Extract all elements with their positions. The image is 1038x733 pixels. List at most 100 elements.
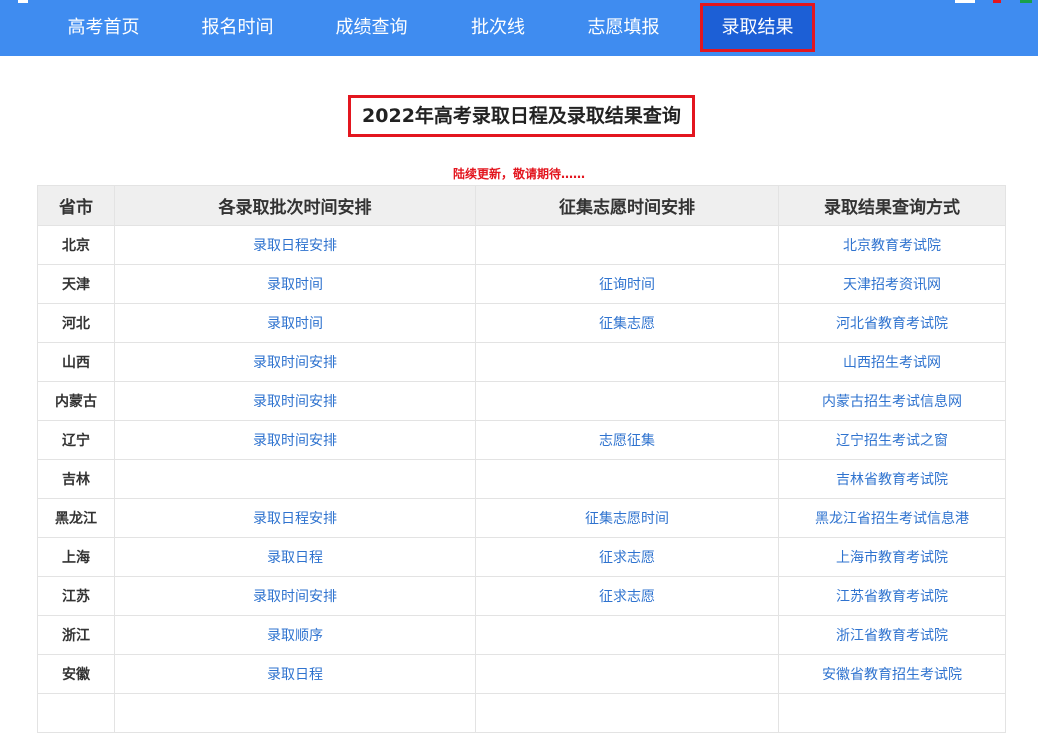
corner-mark-left — [18, 0, 28, 3]
table-cell — [475, 342, 779, 382]
table-cell: 录取时间安排 — [114, 576, 476, 616]
table-cell: 辽宁招生考试之窗 — [778, 420, 1006, 460]
table-body: 北京 录取日程安排 北京教育考试院 天津 录取时间 征询时间 天津招考资讯网 河北 录取时间 征集… — [37, 225, 1006, 733]
table-row: 黑龙江 录取日程安排 征集志愿时间 黑龙江省招生考试信息港 — [37, 498, 1006, 538]
province-cell: 黑龙江 — [37, 498, 115, 538]
result-query-link[interactable]: 安徽省教育招生考试院 — [822, 667, 962, 683]
table-cell: 征询时间 — [475, 264, 779, 304]
nav-item-home[interactable]: 高考首页 — [50, 3, 157, 52]
result-query-link[interactable]: 江苏省教育考试院 — [836, 589, 948, 605]
table-row: 上海 录取日程 征求志愿 上海市教育考试院 — [37, 537, 1006, 577]
table-cell — [475, 615, 779, 655]
supplementary-link[interactable]: 征求志愿 — [599, 589, 655, 605]
table-row: 内蒙古 录取时间安排 内蒙古招生考试信息网 — [37, 381, 1006, 421]
result-query-link[interactable]: 辽宁招生考试之窗 — [836, 433, 948, 449]
table-cell — [475, 381, 779, 421]
table-cell: 征求志愿 — [475, 576, 779, 616]
result-query-link[interactable]: 北京教育考试院 — [843, 238, 941, 254]
table-cell — [475, 693, 779, 733]
table-cell — [475, 654, 779, 694]
batch-schedule-link[interactable]: 录取时间 — [267, 316, 323, 332]
nav-item-registration-time[interactable]: 报名时间 — [184, 3, 291, 52]
nav-item-admission-results[interactable]: 录取结果 — [700, 3, 815, 52]
table-cell: 征集志愿时间 — [475, 498, 779, 538]
nav-item-score-query[interactable]: 成绩查询 — [318, 3, 425, 52]
result-query-link[interactable]: 浙江省教育考试院 — [836, 628, 948, 644]
table-row: 辽宁 录取时间安排 志愿征集 辽宁招生考试之窗 — [37, 420, 1006, 460]
result-query-link[interactable]: 内蒙古招生考试信息网 — [822, 394, 962, 410]
supplementary-link[interactable]: 征求志愿 — [599, 550, 655, 566]
result-query-link[interactable]: 河北省教育考试院 — [836, 316, 948, 332]
batch-schedule-link[interactable]: 录取时间安排 — [253, 355, 337, 371]
supplementary-link[interactable]: 志愿征集 — [599, 433, 655, 449]
province-cell: 天津 — [37, 264, 115, 304]
table-row: 江苏 录取时间安排 征求志愿 江苏省教育考试院 — [37, 576, 1006, 616]
table-cell: 录取时间安排 — [114, 381, 476, 421]
table-row: 吉林 吉林省教育考试院 — [37, 459, 1006, 499]
result-query-link[interactable]: 天津招考资讯网 — [843, 277, 941, 293]
province-cell: 吉林 — [37, 459, 115, 499]
top-nav-bar: 高考首页 报名时间 成绩查询 批次线 志愿填报 录取结果 — [0, 0, 1038, 56]
table-cell: 山西招生考试网 — [778, 342, 1006, 382]
table-cell: 吉林省教育考试院 — [778, 459, 1006, 499]
table-cell: 征集志愿 — [475, 303, 779, 343]
result-query-link[interactable]: 山西招生考试网 — [843, 355, 941, 371]
admission-table: 省市 各录取批次时间安排 征集志愿时间安排 录取结果查询方式 北京 录取日程安排北… — [37, 185, 1006, 733]
table-cell — [475, 459, 779, 499]
table-cell — [114, 693, 476, 733]
province-cell: 江苏 — [37, 576, 115, 616]
supplementary-link[interactable]: 征集志愿时间 — [585, 511, 669, 527]
table-row: 安徽 录取日程 安徽省教育招生考试院 — [37, 654, 1006, 694]
result-query-link[interactable]: 吉林省教育考试院 — [836, 472, 948, 488]
table-row: 北京 录取日程安排 北京教育考试院 — [37, 225, 1006, 265]
table-cell — [475, 225, 779, 265]
batch-schedule-link[interactable]: 录取日程安排 — [253, 238, 337, 254]
supplementary-link[interactable]: 征询时间 — [599, 277, 655, 293]
supplementary-link[interactable]: 征集志愿 — [599, 316, 655, 332]
table-row: 天津 录取时间 征询时间 天津招考资讯网 — [37, 264, 1006, 304]
nav-item-application[interactable]: 志愿填报 — [570, 3, 677, 52]
batch-schedule-link[interactable]: 录取时间 — [267, 277, 323, 293]
corner-mark-right — [955, 0, 975, 3]
table-cell: 河北省教育考试院 — [778, 303, 1006, 343]
batch-schedule-link[interactable]: 录取日程 — [267, 667, 323, 683]
table-cell — [778, 693, 1006, 733]
page-title: 2022年高考录取日程及录取结果查询 — [348, 95, 695, 137]
header-province: 省市 — [37, 185, 115, 226]
table-cell: 录取顺序 — [114, 615, 476, 655]
province-cell: 北京 — [37, 225, 115, 265]
batch-schedule-link[interactable]: 录取日程安排 — [253, 511, 337, 527]
table-cell: 黑龙江省招生考试信息港 — [778, 498, 1006, 538]
table-header-row: 省市 各录取批次时间安排 征集志愿时间安排 录取结果查询方式 — [37, 185, 1006, 226]
province-cell: 河北 — [37, 303, 115, 343]
table-row: 山西 录取时间安排 山西招生考试网 — [37, 342, 1006, 382]
update-notice: 陆续更新，敬请期待…… — [452, 167, 585, 181]
table-cell: 录取日程 — [114, 537, 476, 577]
header-batch-schedule: 各录取批次时间安排 — [114, 185, 476, 226]
table-cell: 江苏省教育考试院 — [778, 576, 1006, 616]
batch-schedule-link[interactable]: 录取顺序 — [267, 628, 323, 644]
table-cell: 北京教育考试院 — [778, 225, 1006, 265]
table-row: 河北 录取时间 征集志愿 河北省教育考试院 — [37, 303, 1006, 343]
corner-mark-red — [993, 0, 1001, 3]
province-cell: 辽宁 — [37, 420, 115, 460]
nav-item-batch-line[interactable]: 批次线 — [452, 3, 544, 52]
header-supplementary-schedule: 征集志愿时间安排 — [475, 185, 779, 226]
batch-schedule-link[interactable]: 录取日程 — [267, 550, 323, 566]
batch-schedule-link[interactable]: 录取时间安排 — [253, 589, 337, 605]
table-cell: 安徽省教育招生考试院 — [778, 654, 1006, 694]
table-row: 浙江 录取顺序 浙江省教育考试院 — [37, 615, 1006, 655]
table-cell: 录取日程 — [114, 654, 476, 694]
table-cell: 内蒙古招生考试信息网 — [778, 381, 1006, 421]
province-cell: 上海 — [37, 537, 115, 577]
table-cell: 录取时间 — [114, 303, 476, 343]
table-cell: 征求志愿 — [475, 537, 779, 577]
result-query-link[interactable]: 上海市教育考试院 — [836, 550, 948, 566]
corner-mark-green — [1020, 0, 1032, 3]
batch-schedule-link[interactable]: 录取时间安排 — [253, 433, 337, 449]
table-cell: 志愿征集 — [475, 420, 779, 460]
result-query-link[interactable]: 黑龙江省招生考试信息港 — [815, 511, 969, 527]
batch-schedule-link[interactable]: 录取时间安排 — [253, 394, 337, 410]
table-cell: 录取时间安排 — [114, 342, 476, 382]
table-cell: 浙江省教育考试院 — [778, 615, 1006, 655]
